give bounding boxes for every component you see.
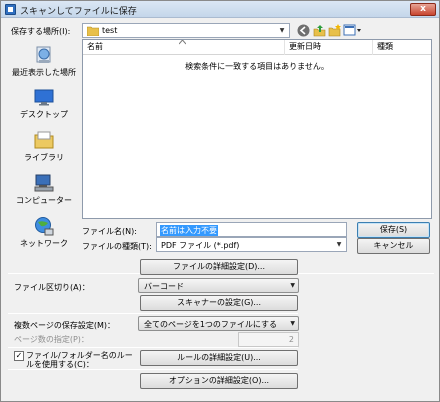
recent-places-icon	[36, 46, 51, 63]
multipage-select[interactable]: 全てのページを1つのファイルにする ▼	[138, 316, 299, 331]
place-label: コンピューター	[16, 196, 72, 205]
scanner-app-icon	[5, 4, 16, 15]
column-type[interactable]: 種類	[373, 40, 431, 55]
place-desktop[interactable]: デスクトップ	[8, 85, 80, 127]
save-location-label: 保存する場所(I):	[11, 27, 71, 36]
title-bar[interactable]: スキャンしてファイルに保存 x	[1, 1, 439, 18]
sort-ascending-icon	[179, 40, 186, 45]
window-title: スキャンしてファイルに保存	[20, 7, 137, 17]
save-location-combo[interactable]: test ▼	[82, 23, 290, 38]
chevron-down-icon: ▼	[290, 282, 295, 289]
file-detail-button[interactable]: ファイルの詳細設定(D)...	[140, 259, 298, 275]
filename-input[interactable]: 名前は入力不要	[156, 222, 347, 237]
chevron-down-icon: ▼	[279, 27, 285, 34]
save-button[interactable]: 保存(S)	[357, 222, 430, 238]
place-library[interactable]: ライブラリ	[8, 128, 80, 170]
network-icon	[35, 217, 54, 236]
library-icon	[34, 131, 54, 149]
filetype-value: PDF ファイル (*.pdf)	[161, 241, 240, 250]
file-split-value: バーコード	[144, 282, 184, 291]
scanner-settings-button[interactable]: スキャナーの設定(G)...	[140, 295, 298, 311]
cancel-button[interactable]: キャンセル	[357, 238, 430, 254]
folder-rule-checkbox[interactable]: ✓	[14, 351, 24, 361]
save-location-value: test	[102, 26, 118, 35]
filetype-select[interactable]: PDF ファイル (*.pdf) ▼	[156, 237, 347, 252]
file-list[interactable]: 名前 更新日時 種類 検索条件に一致する項目はありません。	[82, 39, 432, 219]
file-split-label: ファイル区切り(A)：	[14, 283, 90, 292]
chevron-down-icon: ▼	[336, 241, 342, 248]
up-folder-icon[interactable]	[313, 24, 326, 37]
place-network[interactable]: ネットワーク	[8, 214, 80, 256]
filetype-label: ファイルの種類(T):	[82, 242, 152, 251]
separator	[8, 347, 298, 348]
multipage-label: 複数ページの保存設定(M)：	[14, 321, 115, 330]
place-label: ライブラリ	[24, 153, 64, 162]
file-split-select[interactable]: バーコード ▼	[138, 278, 299, 293]
option-detail-button[interactable]: オプションの詳細設定(O)...	[140, 373, 298, 389]
chevron-down-icon: ▼	[290, 320, 295, 327]
column-date[interactable]: 更新日時	[285, 40, 373, 55]
empty-message: 検索条件に一致する項目はありません。	[185, 62, 329, 71]
close-button[interactable]: x	[410, 3, 436, 16]
desktop-icon	[34, 89, 54, 106]
back-icon[interactable]	[297, 24, 310, 37]
places-bar: 最近表示した場所 デスクトップ ライブラリ コンピューター ネットワーク	[8, 39, 80, 256]
page-count-input[interactable]: 2	[238, 332, 299, 347]
save-dialog: スキャンしてファイルに保存 x 保存する場所(I): test ▼ 最近表示した…	[0, 0, 440, 402]
computer-icon	[34, 174, 54, 192]
rule-detail-button[interactable]: ルールの詳細設定(U)...	[140, 350, 298, 366]
page-count-value: 2	[288, 335, 294, 344]
filename-value: 名前は入力不要	[160, 225, 218, 236]
filename-label: ファイル名(N):	[82, 227, 137, 236]
page-count-label: ページ数の指定(P)：	[14, 335, 89, 344]
place-recent[interactable]: 最近表示した場所	[8, 43, 80, 85]
folder-icon	[87, 26, 99, 36]
column-headers: 名前 更新日時 種類	[83, 40, 431, 55]
multipage-value: 全てのページを1つのファイルにする	[144, 320, 278, 329]
place-label: 最近表示した場所	[12, 68, 76, 77]
place-computer[interactable]: コンピューター	[8, 171, 80, 213]
place-label: ネットワーク	[20, 239, 68, 248]
folder-rule-label: ファイル/フォルダー名のルールを使用する(C)：	[26, 351, 133, 369]
separator	[8, 313, 298, 314]
new-folder-icon[interactable]	[328, 24, 341, 37]
view-menu-icon[interactable]	[343, 24, 362, 37]
separator	[8, 369, 298, 370]
place-label: デスクトップ	[20, 110, 68, 119]
